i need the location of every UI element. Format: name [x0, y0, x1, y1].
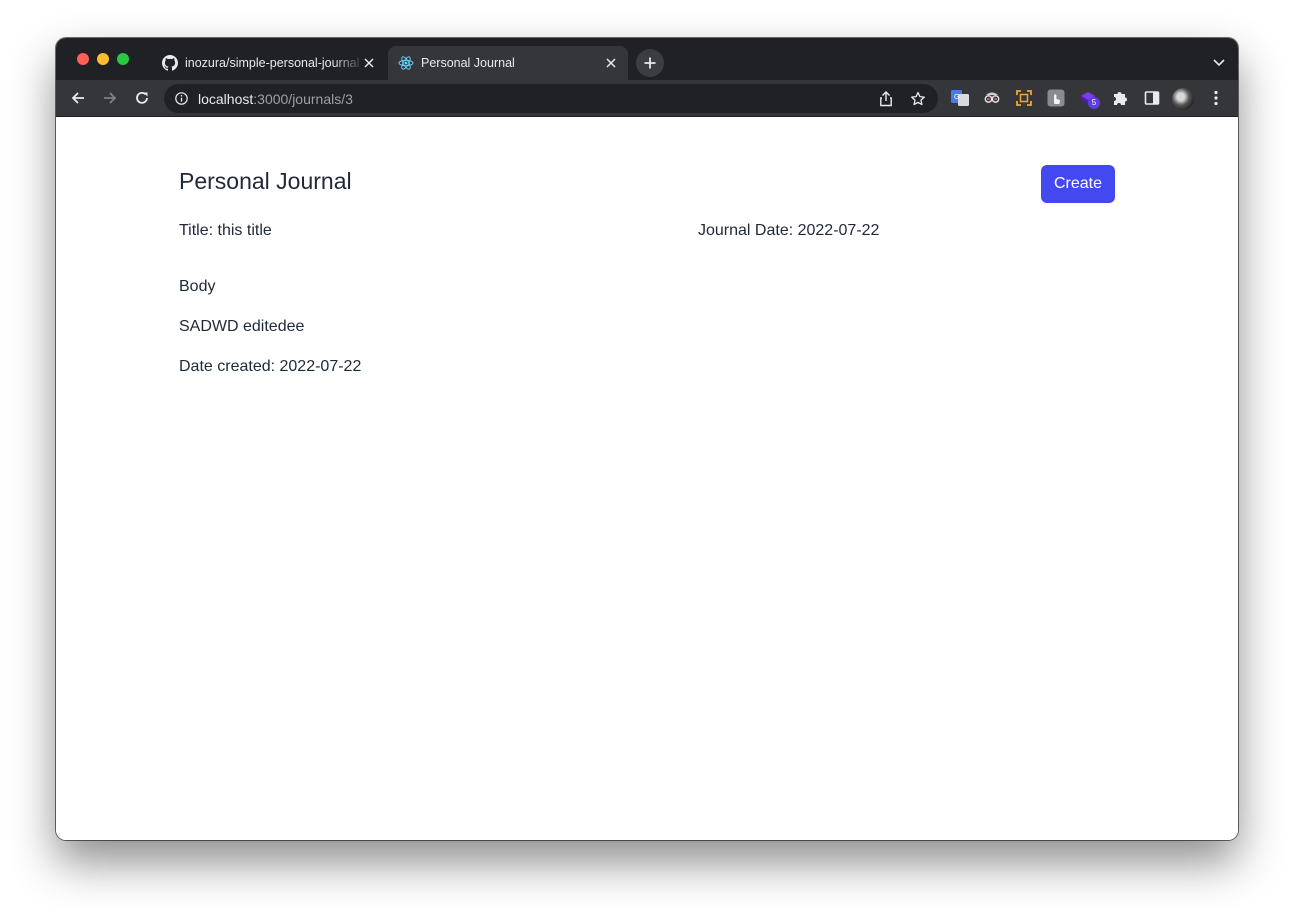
- close-tab-icon[interactable]: [604, 56, 618, 70]
- minimize-window-button[interactable]: [97, 53, 109, 65]
- body-text: SADWD editedee: [179, 318, 305, 335]
- tab-search-chevron-icon[interactable]: [1212, 55, 1226, 67]
- page-content: Personal Journal Create Title: this titl…: [56, 118, 1238, 840]
- address-bar[interactable]: localhost:3000/journals/3: [164, 84, 938, 113]
- close-window-button[interactable]: [77, 53, 89, 65]
- browser-window: inozura/simple-personal-journal Personal…: [56, 38, 1238, 840]
- create-button[interactable]: Create: [1041, 165, 1115, 203]
- extensions-puzzle-icon[interactable]: [1111, 89, 1129, 107]
- spy-glasses-icon[interactable]: [983, 89, 1001, 107]
- journal-date: Journal Date: 2022-07-22: [698, 222, 880, 239]
- browser-toolbar: localhost:3000/journals/3 G: [56, 80, 1238, 117]
- google-translate-icon[interactable]: G: [951, 89, 969, 107]
- github-icon: [162, 55, 178, 71]
- touch-hand-icon[interactable]: [1047, 89, 1065, 107]
- url-path: :3000/journals/3: [253, 91, 353, 107]
- site-info-icon[interactable]: [175, 92, 188, 105]
- tab-title: Personal Journal: [421, 56, 515, 70]
- react-icon: [398, 55, 414, 71]
- url-host: localhost: [198, 91, 254, 107]
- date-created: Date created: 2022-07-22: [179, 358, 362, 375]
- tab-strip: inozura/simple-personal-journal Personal…: [56, 38, 1238, 80]
- journal-title: Title: this title: [179, 222, 272, 239]
- back-arrow-icon[interactable]: [67, 87, 89, 109]
- more-menu-icon[interactable]: [1207, 89, 1225, 107]
- extension-count-badge: 5: [1088, 97, 1100, 109]
- tab-personal-journal[interactable]: Personal Journal: [388, 46, 628, 80]
- forward-arrow-icon[interactable]: [99, 87, 121, 109]
- maximize-window-button[interactable]: [117, 53, 129, 65]
- screenshot-capture-icon[interactable]: [1015, 89, 1033, 107]
- url-text: localhost:3000/journals/3: [198, 91, 353, 107]
- close-tab-icon[interactable]: [362, 56, 376, 70]
- plus-icon: [644, 57, 656, 69]
- reload-icon[interactable]: [131, 87, 153, 109]
- tab-title: inozura/simple-personal-journal: [185, 56, 360, 70]
- profile-avatar[interactable]: [1172, 88, 1194, 110]
- body-label: Body: [179, 278, 216, 295]
- page-title: Personal Journal: [179, 168, 352, 194]
- side-panel-icon[interactable]: [1143, 89, 1161, 107]
- svg-text:G: G: [954, 94, 959, 101]
- tab-github[interactable]: inozura/simple-personal-journal: [152, 46, 386, 80]
- bookmark-star-icon[interactable]: [910, 91, 926, 107]
- share-icon[interactable]: [878, 91, 894, 107]
- new-tab-button[interactable]: [636, 49, 664, 77]
